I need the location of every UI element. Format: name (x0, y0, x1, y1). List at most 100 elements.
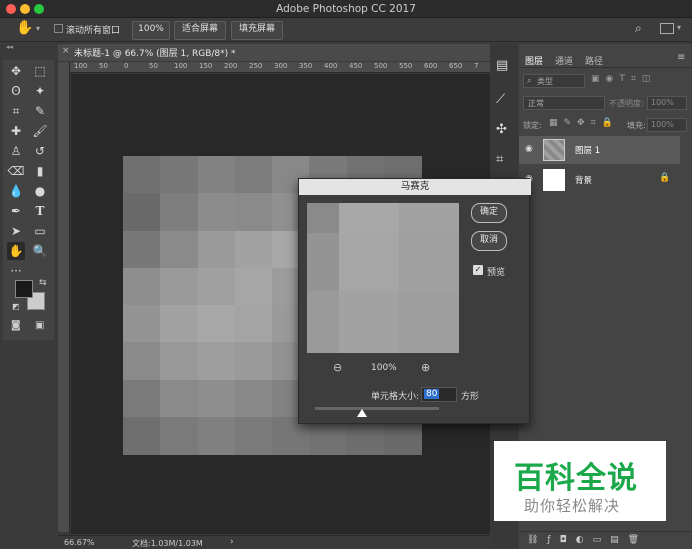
toolbox: ✥ ⬚ ʘ ✦ ⌗ ✎ ✚ 🖌 ♙ ↺ ⌫ ▮ 💧 ● ✒ T ➤ ▭ ✋ 🔍 … (3, 60, 54, 340)
shape-tool-icon[interactable]: ▭ (31, 222, 49, 240)
filter-icons[interactable]: ▣◉T⌗◫ (591, 74, 656, 84)
pen-tool-icon[interactable]: ✒ (7, 202, 25, 220)
search-icon[interactable]: ⌕ (635, 21, 642, 36)
zoom-in-icon[interactable]: ⊕ (421, 361, 430, 374)
ruler-tick-label: 250 (249, 62, 263, 70)
zoom-tool-icon[interactable]: 🔍 (31, 242, 49, 260)
preview-cell (307, 291, 339, 353)
move-tool-icon[interactable]: ✥ (7, 62, 25, 80)
lock-icons[interactable]: ▦✎✥⌗🔒 (549, 118, 619, 128)
preview-pane[interactable] (307, 203, 459, 353)
mosaic-cell (234, 230, 273, 269)
mosaic-cell (160, 379, 199, 418)
zoom-level[interactable]: 66.67% (64, 538, 95, 547)
marquee-tool-icon[interactable]: ⬚ (31, 62, 49, 80)
blend-mode-select[interactable]: 正常 (528, 98, 544, 109)
cancel-button[interactable]: 取消 (471, 231, 507, 251)
mosaic-cell (197, 156, 236, 194)
ruler-tick-label: 200 (224, 62, 238, 70)
clone-stamp-tool-icon[interactable]: ♙ (7, 142, 25, 160)
opacity-value[interactable]: 100% (651, 98, 674, 107)
properties-panel-icon[interactable]: ▤ (496, 58, 508, 73)
default-colors-icon[interactable]: ◩ (12, 302, 20, 311)
preview-cell (339, 203, 399, 233)
ruler-tick-label: 7 (474, 62, 479, 70)
eraser-tool-icon[interactable]: ⌫ (7, 162, 25, 180)
crop-tool-icon[interactable]: ⌗ (7, 102, 25, 120)
document-tab[interactable]: × 未标题-1 @ 66.7% (图层 1, RGB/8*) * (58, 44, 490, 61)
swap-colors-icon[interactable]: ⇆ (39, 278, 47, 288)
magic-wand-tool-icon[interactable]: ✦ (31, 82, 49, 100)
workspace-icon[interactable] (660, 23, 674, 34)
hand-tool-preset-icon[interactable]: ✋ (16, 20, 33, 36)
ruler-tick-label: 400 (324, 62, 338, 70)
left-ruler[interactable] (58, 62, 70, 532)
foreground-color-swatch[interactable] (15, 280, 33, 298)
ruler-tick-label: 100 (74, 62, 88, 70)
close-document-icon[interactable]: × (62, 46, 70, 56)
hand-tool-icon[interactable]: ✋ (7, 242, 25, 260)
preview-cell (399, 233, 459, 291)
workspace-chevron-icon[interactable]: ▾ (677, 23, 681, 32)
mosaic-cell (123, 379, 161, 418)
type-tool-icon[interactable]: T (31, 202, 49, 220)
dialog-title[interactable]: 马赛克 (299, 179, 531, 195)
mosaic-cell (123, 230, 161, 269)
preview-zoom: 100% (371, 363, 397, 373)
panel-menu-icon[interactable]: ≡ (677, 52, 685, 63)
eyedropper-tool-icon[interactable]: ✎ (31, 102, 49, 120)
filter-kind-label[interactable]: 类型 (537, 76, 553, 87)
blur-tool-icon[interactable]: 💧 (7, 182, 25, 200)
ruler-tick-label: 300 (274, 62, 288, 70)
layer-name[interactable]: 背景 (575, 174, 592, 186)
layer-actions-icons[interactable]: ⛓ƒ◘◐▭▤🗑 (527, 535, 648, 545)
mosaic-cell (123, 342, 161, 381)
tab-channels[interactable]: 通道 (555, 54, 573, 67)
preview-label: 预览 (487, 268, 506, 278)
mosaic-cell (160, 267, 199, 306)
preview-cell (399, 291, 459, 353)
preview-cell (339, 233, 399, 291)
crop-panel-icon[interactable]: ⌗ (496, 152, 503, 167)
mosaic-cell (123, 156, 161, 194)
preview-checkbox[interactable]: ✓ (473, 265, 483, 275)
visibility-eye-icon[interactable]: ◉ (525, 144, 533, 154)
ruler-tick-label: 350 (299, 62, 313, 70)
gradient-tool-icon[interactable]: ▮ (31, 162, 49, 180)
adjustments-panel-icon[interactable]: ⟋ (496, 92, 505, 107)
screen-mode-icon[interactable]: ▣ (35, 320, 44, 331)
tab-layers[interactable]: 图层 (525, 54, 543, 67)
layer-row-background[interactable]: ◉ 背景 🔒 (519, 166, 680, 194)
zoom-100-button[interactable]: 100% (132, 21, 170, 40)
mosaic-cell (234, 305, 273, 343)
tab-paths[interactable]: 路径 (585, 54, 603, 67)
status-menu-icon[interactable]: › (230, 537, 234, 547)
layer-thumbnail (543, 139, 565, 161)
fit-screen-button[interactable]: 适合屏幕 (174, 21, 226, 40)
libraries-panel-icon[interactable]: ✣ (496, 122, 507, 137)
scroll-all-checkbox[interactable] (54, 24, 63, 33)
fill-value[interactable]: 100% (651, 120, 674, 129)
path-selection-tool-icon[interactable]: ➤ (7, 222, 25, 240)
layer-name[interactable]: 图层 1 (575, 144, 600, 156)
fill-screen-button[interactable]: 填充屏幕 (231, 21, 283, 40)
ruler-tick-label: 450 (349, 62, 363, 70)
brush-tool-icon[interactable]: 🖌 (31, 122, 49, 140)
layer-row-1[interactable]: ◉ 图层 1 (519, 136, 680, 164)
dodge-tool-icon[interactable]: ● (31, 182, 49, 200)
quick-mask-icon[interactable]: ◙ (11, 320, 21, 331)
zoom-out-icon[interactable]: ⊖ (333, 361, 342, 374)
chevron-down-icon[interactable]: ▾ (36, 24, 40, 33)
history-brush-tool-icon[interactable]: ↺ (31, 142, 49, 160)
cell-size-slider-thumb[interactable] (357, 409, 367, 417)
ok-button[interactable]: 确定 (471, 203, 507, 223)
cell-size-input[interactable]: 80 (424, 389, 440, 399)
mosaic-cell (197, 193, 236, 232)
lock-icon: 🔒 (659, 173, 671, 183)
healing-brush-tool-icon[interactable]: ✚ (7, 122, 25, 140)
lasso-tool-icon[interactable]: ʘ (7, 82, 25, 100)
top-ruler[interactable]: 100 50 0 50 100 150 200 250 300 350 400 450 500 550 60… (70, 62, 490, 73)
collapse-toolbox-icon[interactable]: ◂◂ (6, 43, 13, 51)
cell-size-slider-track[interactable] (315, 407, 439, 410)
more-tools-icon[interactable]: ··· (7, 262, 25, 280)
